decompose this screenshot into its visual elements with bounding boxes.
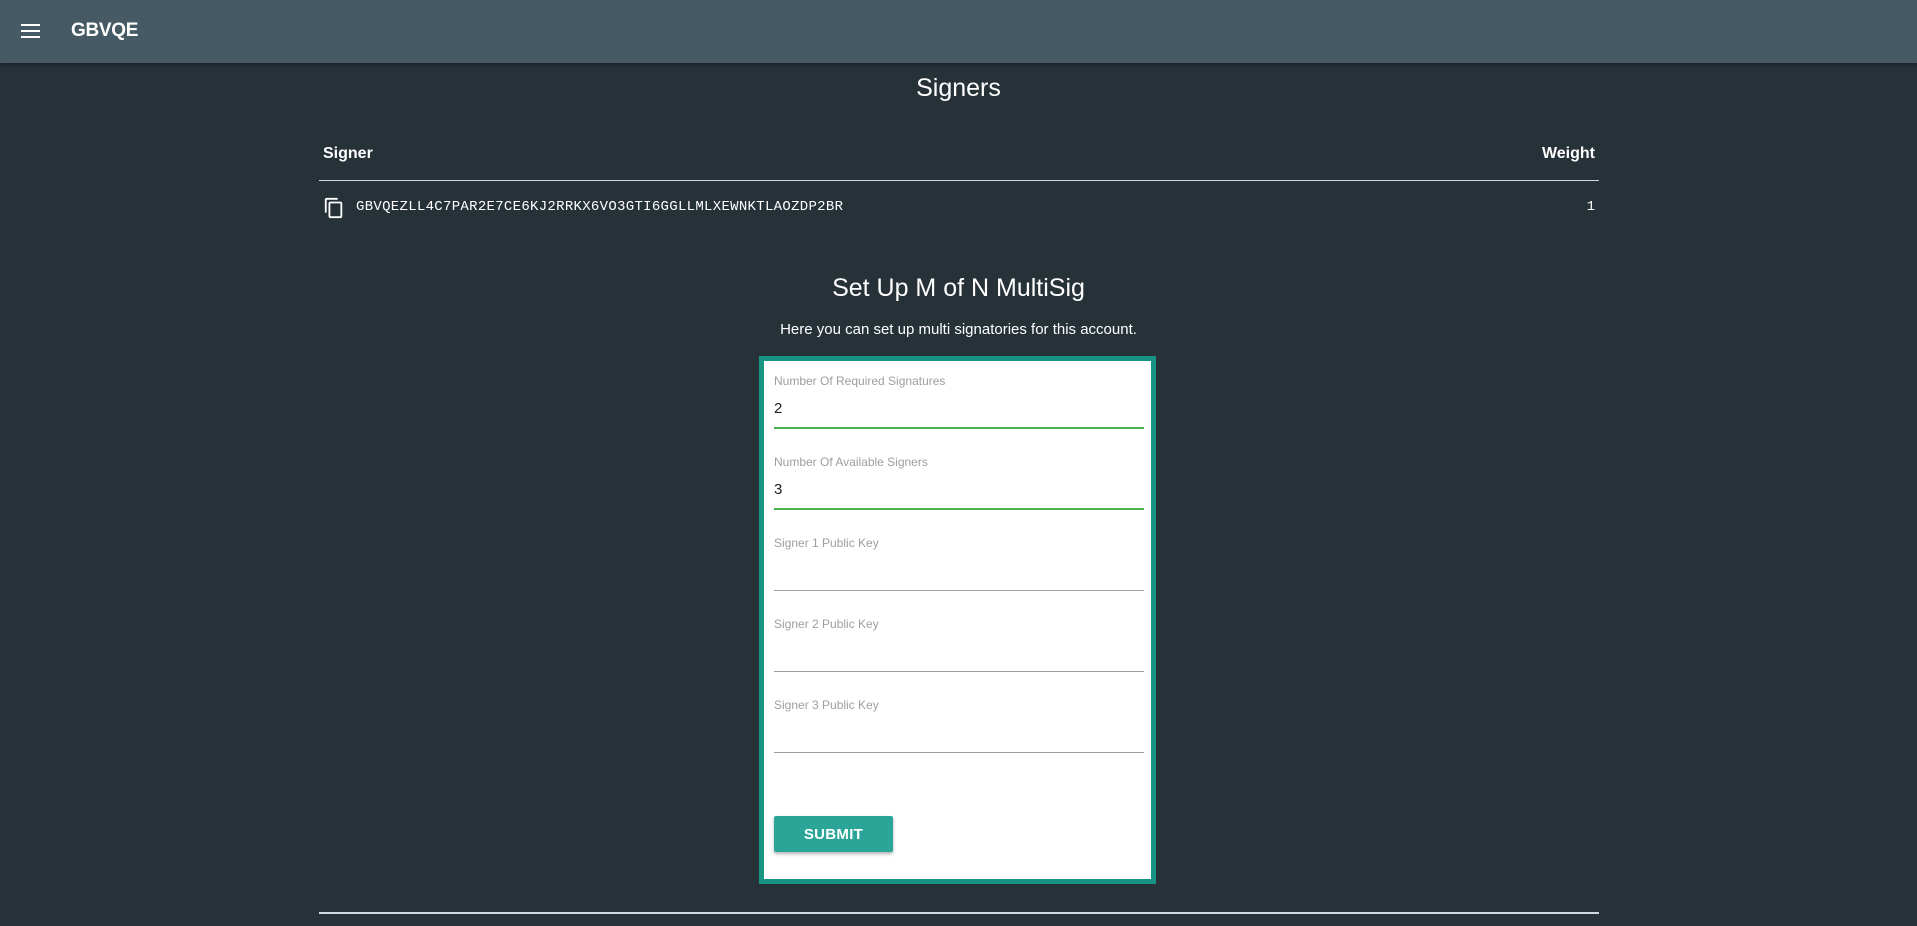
signers-table: Signer Weight GBVQEZLL4C7PAR2E7CE6KJ2RRK… [319, 140, 1599, 231]
input-underline [774, 590, 1144, 591]
signer-1-key-input[interactable] [774, 556, 1144, 584]
available-signers-input[interactable] [774, 475, 1144, 503]
table-header: Signer Weight [319, 140, 1599, 181]
input-underline [774, 671, 1144, 672]
divider [319, 912, 1599, 914]
column-header-signer: Signer [323, 145, 373, 162]
signer-3-key-input[interactable] [774, 718, 1144, 746]
multisig-description: Here you can set up multi signatories fo… [780, 321, 1137, 338]
multisig-form: Number Of Required Signatures Number Of … [759, 356, 1156, 884]
app-title: GBVQE [71, 20, 139, 41]
signers-heading: Signers [916, 74, 1001, 102]
signer-weight: 1 [1586, 199, 1595, 215]
signer-2-key-label: Signer 2 Public Key [774, 617, 879, 631]
required-signatures-label: Number Of Required Signatures [774, 374, 946, 388]
signer-3-key-label: Signer 3 Public Key [774, 698, 879, 712]
input-underline [774, 508, 1144, 510]
app-bar: GBVQE [0, 0, 1917, 63]
hamburger-menu-icon[interactable] [21, 24, 40, 38]
column-header-weight: Weight [1541, 145, 1595, 162]
required-signatures-input[interactable] [774, 394, 1144, 422]
table-row: GBVQEZLL4C7PAR2E7CE6KJ2RRKX6VO3GTI6GGLLM… [319, 181, 1599, 231]
submit-button[interactable]: SUBMIT [774, 816, 893, 852]
signer-public-key: GBVQEZLL4C7PAR2E7CE6KJ2RRKX6VO3GTI6GGLLM… [356, 199, 844, 215]
available-signers-label: Number Of Available Signers [774, 455, 928, 469]
signer-1-key-label: Signer 1 Public Key [774, 536, 879, 550]
copy-icon[interactable] [323, 196, 345, 220]
input-underline [774, 427, 1144, 429]
signer-2-key-input[interactable] [774, 637, 1144, 665]
input-underline [774, 752, 1144, 753]
multisig-heading: Set Up M of N MultiSig [832, 274, 1085, 302]
